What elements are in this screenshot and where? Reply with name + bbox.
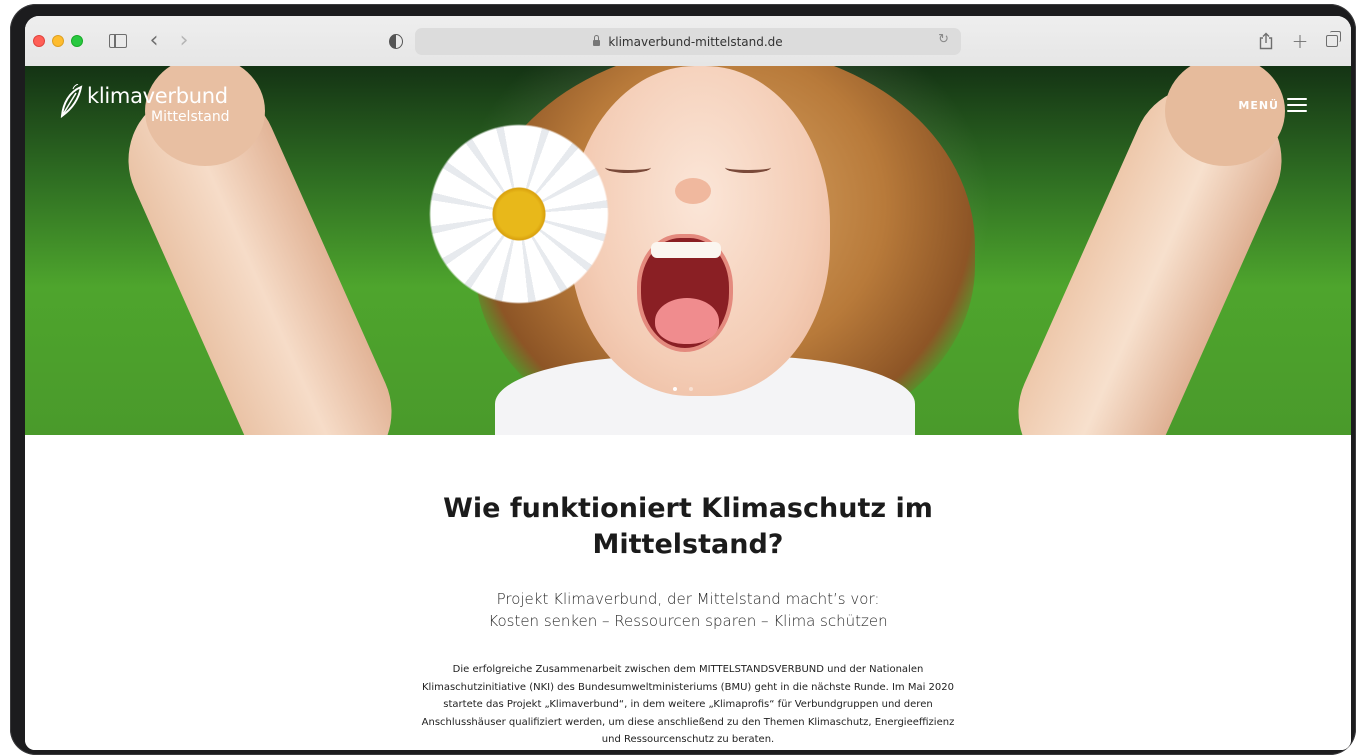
lock-icon: [593, 34, 601, 46]
minimize-window-button[interactable]: [52, 35, 64, 47]
slider-dot-1[interactable]: [673, 387, 677, 391]
sidebar-icon: [109, 34, 127, 48]
browser-toolbar: ‹ › klimaverbund-mittelstand.de ↻ +: [25, 16, 1351, 67]
tabs-icon: [1326, 31, 1341, 47]
device-frame: ‹ › klimaverbund-mittelstand.de ↻ + klim…: [10, 4, 1356, 755]
reload-icon[interactable]: ↻: [938, 32, 949, 47]
hero-photo-teeth: [651, 242, 721, 258]
page-title-line-2: Mittelstand?: [592, 529, 784, 560]
chevron-right-icon: ›: [179, 28, 189, 53]
menu-label: MENÜ: [1238, 98, 1279, 112]
chevron-left-icon: ‹: [149, 28, 159, 53]
daisy-flower: [429, 124, 609, 304]
slider-pagination: [673, 387, 693, 391]
share-button[interactable]: [1257, 29, 1275, 53]
hero-image: klimaverbund Mittelstand MENÜ: [25, 66, 1351, 435]
hero-photo-nose: [675, 178, 711, 204]
leaf-icon: [60, 84, 83, 118]
page-title: Wie funktioniert Klimaschutz im Mittelst…: [405, 491, 971, 563]
forward-button[interactable]: ›: [175, 29, 193, 53]
plus-icon: +: [1291, 29, 1309, 53]
tab-overview-button[interactable]: [1323, 29, 1341, 53]
subtitle: Projekt Klimaverbund, der Mittelstand ma…: [405, 588, 971, 632]
new-tab-button[interactable]: +: [1291, 29, 1309, 53]
hamburger-icon: [1287, 98, 1307, 112]
privacy-report-button[interactable]: [387, 29, 405, 53]
hero-photo-eye-right: [725, 162, 771, 173]
hero-photo-tongue: [655, 298, 719, 344]
close-window-button[interactable]: [33, 35, 45, 47]
intro-paragraph: Die erfolgreiche Zusammenarbeit zwischen…: [421, 664, 955, 745]
menu-button[interactable]: MENÜ: [1238, 98, 1307, 112]
share-icon: [1259, 32, 1273, 50]
page-title-line-1: Wie funktioniert Klimaschutz im: [443, 493, 933, 524]
address-bar[interactable]: klimaverbund-mittelstand.de ↻: [415, 28, 961, 55]
logo-subline: Mittelstand: [151, 109, 230, 125]
sidebar-toggle-button[interactable]: [107, 29, 129, 53]
shield-icon: [389, 33, 403, 49]
intro-section: Wie funktioniert Klimaschutz im Mittelst…: [25, 435, 1351, 750]
subtitle-line-2: Kosten senken – Ressourcen sparen – Klim…: [488, 612, 888, 630]
subtitle-line-1: Projekt Klimaverbund, der Mittelstand ma…: [496, 590, 880, 608]
url-text: klimaverbund-mittelstand.de: [608, 34, 783, 49]
browser-window: ‹ › klimaverbund-mittelstand.de ↻ + klim…: [25, 16, 1351, 750]
hero-photo-eye-left: [605, 162, 651, 173]
slider-dot-2[interactable]: [689, 387, 693, 391]
window-controls: [33, 35, 83, 47]
back-button[interactable]: ‹: [145, 29, 163, 53]
zoom-window-button[interactable]: [71, 35, 83, 47]
logo-wordmark: klimaverbund: [87, 84, 228, 108]
